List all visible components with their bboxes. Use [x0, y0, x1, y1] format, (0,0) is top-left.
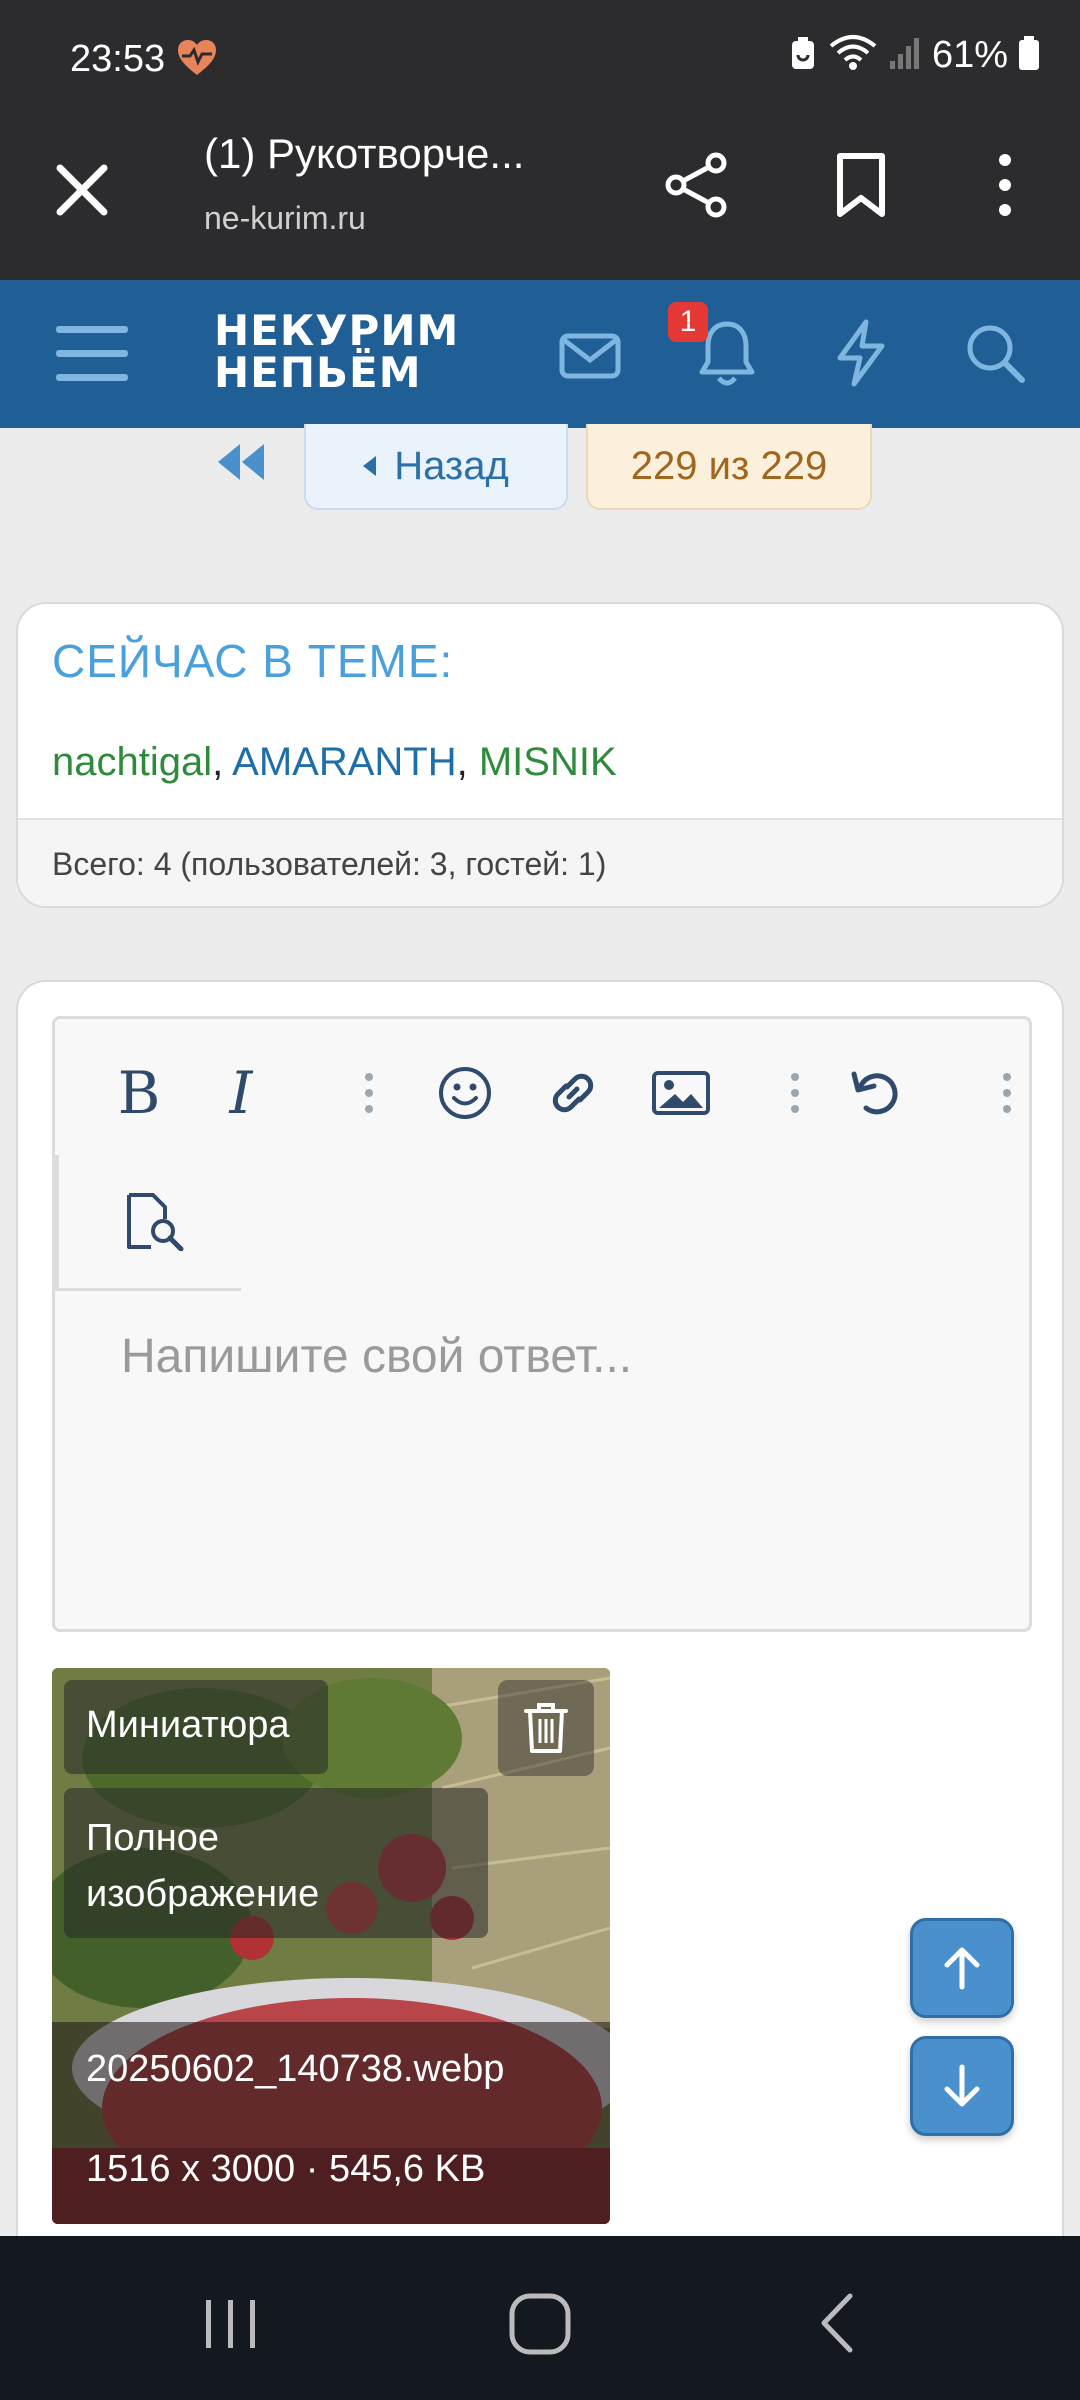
browser-toolbar: (1) Рукотворче... ne-kurim.ru — [0, 120, 1080, 285]
user-link[interactable]: nachtigal — [52, 740, 212, 784]
link-icon[interactable] — [537, 1057, 609, 1129]
logo-line-2: НЕПЬЁМ — [214, 348, 422, 397]
scroll-to-top-button[interactable] — [910, 1918, 1014, 2018]
battery-percent: 61% — [931, 34, 1008, 76]
user-link[interactable]: AMARANTH — [232, 740, 456, 784]
preview-icon[interactable] — [119, 1185, 191, 1257]
arrow-up-icon — [944, 1947, 980, 1990]
full-image-insert-button[interactable]: Полное изображение — [64, 1788, 488, 1938]
online-footer: Всего: 4 (пользователей: 3, гостей: 1) — [18, 818, 1062, 906]
attachment-filename: 20250602_140738.webp — [86, 2048, 505, 2090]
more-icon[interactable] — [775, 1057, 815, 1129]
attachment-thumbnail[interactable]: Миниатюра Полное изображение 20250602_14… — [52, 1668, 610, 2224]
caret-left-icon — [363, 456, 377, 476]
back-label: Назад — [394, 443, 509, 488]
user-separator: , — [212, 740, 233, 784]
image-icon[interactable] — [645, 1057, 717, 1129]
logo-line-1: НЕКУРИМ — [214, 306, 460, 355]
mail-icon[interactable] — [556, 320, 626, 390]
site-nav: НЕКУРИМ НЕПЬЁМ 1 — [0, 280, 1080, 428]
online-title: СЕЙЧАС В ТЕМЕ: — [52, 635, 454, 687]
reply-form: B I Напишите свой ответ... Миниатюра Пол… — [16, 980, 1064, 2400]
back-nav-icon[interactable] — [806, 2288, 866, 2358]
home-icon[interactable] — [498, 2284, 582, 2364]
bold-button[interactable]: B — [103, 1057, 175, 1129]
italic-button[interactable]: I — [205, 1057, 277, 1129]
more-icon[interactable] — [349, 1057, 389, 1129]
user-separator: , — [456, 740, 479, 784]
status-icons: 61% — [788, 34, 1040, 77]
status-time: 23:53 — [70, 38, 166, 80]
more-vert-icon[interactable] — [970, 150, 1040, 220]
thumbnail-insert-button[interactable]: Миниатюра — [64, 1680, 328, 1774]
back-button[interactable]: Назад — [304, 424, 568, 510]
search-icon[interactable] — [960, 318, 1030, 388]
arrow-down-icon — [944, 2064, 980, 2107]
trash-icon[interactable] — [498, 1680, 594, 1776]
full-image-label-line-2: изображение — [86, 1873, 320, 1915]
recent-apps-icon[interactable] — [196, 2294, 266, 2354]
more-icon[interactable] — [987, 1057, 1027, 1129]
site-logo[interactable]: НЕКУРИМ НЕПЬЁМ — [214, 310, 459, 394]
undo-icon[interactable] — [841, 1057, 913, 1129]
status-bar: 23:53 61% — [0, 0, 1080, 120]
user-link[interactable]: MISNIK — [479, 740, 617, 784]
online-users-list: nachtigal, AMARANTH, MISNIK — [52, 740, 617, 785]
attachment-info: 20250602_140738.webp 1516 x 3000 · 545,6… — [52, 2022, 610, 2224]
reply-input[interactable]: Напишите свой ответ... — [121, 1329, 632, 1384]
rich-text-editor: B I Напишите свой ответ... — [52, 1016, 1032, 1632]
system-nav-bar — [0, 2236, 1080, 2400]
wifi-icon — [828, 34, 878, 77]
battery-saver-icon — [788, 35, 818, 76]
close-icon[interactable] — [50, 158, 114, 222]
attachment-meta: 1516 x 3000 · 545,6 KB — [86, 2148, 486, 2190]
online-total: Всего: 4 (пользователей: 3, гостей: 1) — [52, 846, 607, 882]
heart-rate-icon — [176, 38, 218, 83]
preview-toolbar-group — [55, 1155, 241, 1291]
full-image-label-line-1: Полное — [86, 1817, 220, 1859]
first-page-icon[interactable] — [214, 442, 268, 482]
tab-title[interactable]: (1) Рукотворче... — [204, 130, 524, 178]
emoji-icon[interactable] — [429, 1057, 501, 1129]
flash-icon[interactable] — [826, 318, 896, 388]
share-icon[interactable] — [662, 150, 732, 220]
tab-url[interactable]: ne-kurim.ru — [204, 200, 366, 237]
notification-badge: 1 — [668, 302, 708, 342]
menu-icon[interactable] — [56, 322, 128, 386]
scroll-to-bottom-button[interactable] — [910, 2036, 1014, 2136]
online-in-topic: СЕЙЧАС В ТЕМЕ: nachtigal, AMARANTH, MISN… — [16, 602, 1064, 908]
page-counter[interactable]: 229 из 229 — [586, 424, 872, 510]
battery-icon — [1018, 35, 1040, 76]
bookmark-icon[interactable] — [826, 150, 896, 220]
signal-icon — [888, 35, 922, 76]
